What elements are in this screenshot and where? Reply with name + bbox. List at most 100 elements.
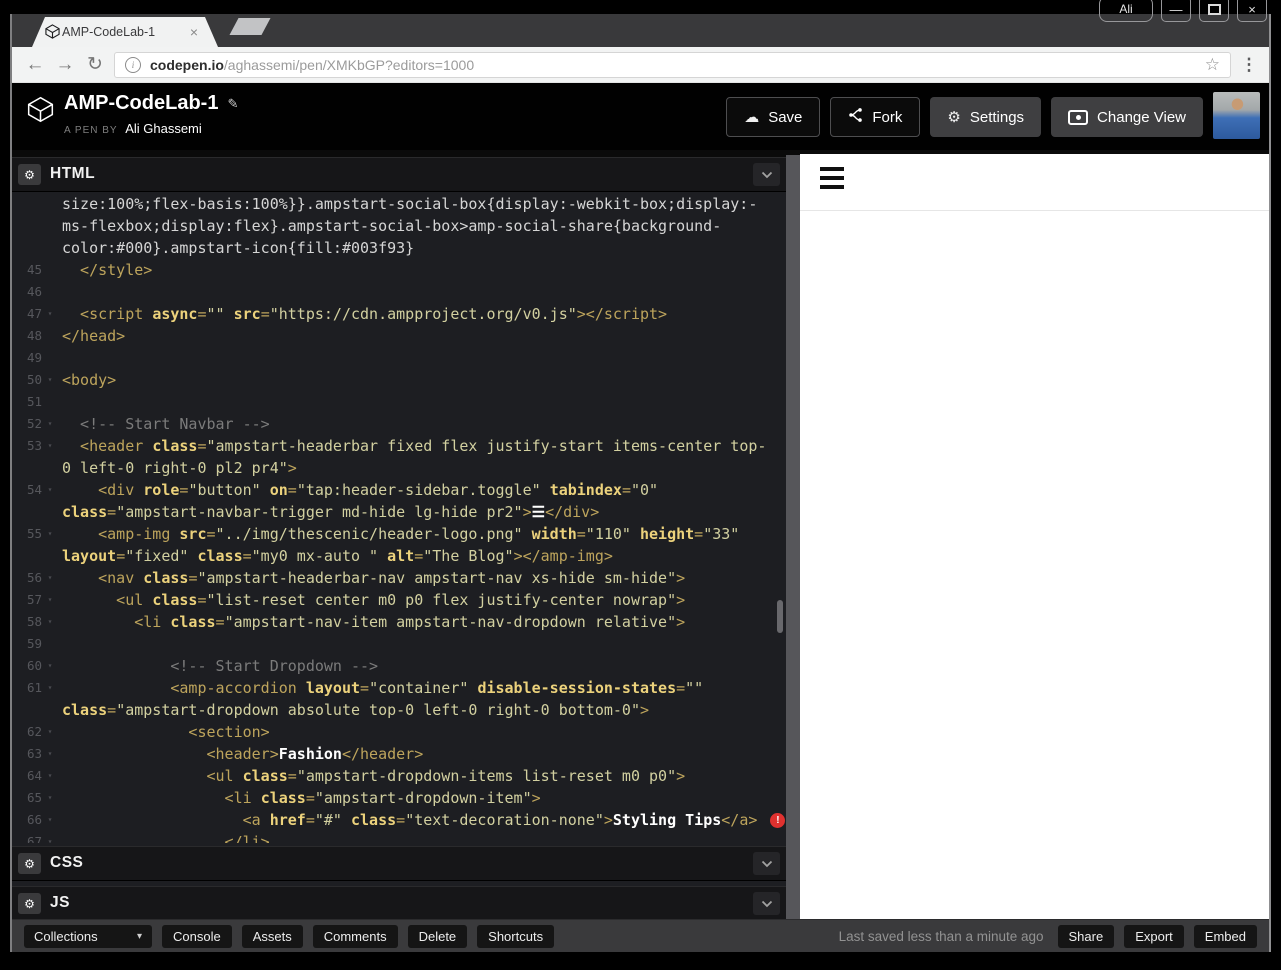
css-settings-gear-icon[interactable]: ⚙ xyxy=(18,853,41,874)
code-line[interactable]: 60 ▾ <!-- Start Dropdown --> xyxy=(12,655,786,677)
fold-arrow-icon[interactable]: ▾ xyxy=(42,567,58,589)
code-line[interactable]: layout="fixed" class="my0 mx-auto " alt=… xyxy=(12,545,786,567)
css-panel-header[interactable]: ⚙ CSS xyxy=(12,846,786,881)
code-text: <amp-img src="../img/thescenic/header-lo… xyxy=(62,525,740,543)
code-line[interactable]: 57 ▾ <ul class="list-reset center m0 p0 f… xyxy=(12,589,786,611)
code-line[interactable]: ms-flexbox;display:flex}.ampstart-social… xyxy=(12,215,786,237)
code-line[interactable]: 63 ▾ <header>Fashion</header> xyxy=(12,743,786,765)
js-collapse-button[interactable] xyxy=(753,892,780,915)
code-line[interactable]: 58 ▾ <li class="ampstart-nav-item ampstar… xyxy=(12,611,786,633)
save-button[interactable]: ☁ Save xyxy=(726,97,821,137)
editor-scrollbar[interactable] xyxy=(777,600,783,633)
code-line[interactable]: 66 ▾ <a href="#" class="text-decoration-n… xyxy=(12,809,786,831)
footer-button-delete[interactable]: Delete xyxy=(407,924,468,948)
html-collapse-button[interactable] xyxy=(753,163,780,186)
editor-preview-divider[interactable] xyxy=(786,155,800,919)
fold-arrow-icon[interactable]: ▾ xyxy=(42,721,58,743)
fold-arrow-icon[interactable]: ▾ xyxy=(42,589,58,611)
code-line[interactable]: 64 ▾ <ul class="ampstart-dropdown-items l… xyxy=(12,765,786,787)
fold-arrow-icon[interactable]: ▾ xyxy=(42,655,58,677)
code-line[interactable]: 46 xyxy=(12,281,786,303)
preview-page-header xyxy=(800,154,1269,211)
fold-arrow-icon[interactable]: ▾ xyxy=(42,809,58,831)
fold-arrow-icon[interactable]: ▾ xyxy=(42,765,58,787)
code-line[interactable]: 54 ▾ <div role="button" on="tap:header-si… xyxy=(12,479,786,501)
minimize-button[interactable]: — xyxy=(1161,0,1191,22)
change-view-button[interactable]: Change View xyxy=(1051,97,1203,137)
code-line[interactable]: class="ampstart-navbar-trigger md-hide l… xyxy=(12,501,786,523)
footer-button-embed[interactable]: Embed xyxy=(1193,924,1257,948)
code-text: <section> xyxy=(62,723,270,741)
fold-arrow-icon[interactable]: ▾ xyxy=(42,369,58,391)
code-line[interactable]: 62 ▾ <section> xyxy=(12,721,786,743)
new-tab-button[interactable] xyxy=(229,18,271,35)
code-line[interactable]: 67 ▾ </li> xyxy=(12,831,786,843)
code-line[interactable]: size:100%;flex-basis:100%}}.ampstart-soc… xyxy=(12,193,786,215)
tab-close-icon[interactable]: × xyxy=(190,25,198,39)
fold-arrow-icon[interactable]: ▾ xyxy=(42,413,58,435)
fork-icon xyxy=(848,107,863,127)
footer-button-shortcuts[interactable]: Shortcuts xyxy=(477,924,555,948)
js-settings-gear-icon[interactable]: ⚙ xyxy=(18,893,41,914)
fold-arrow-icon[interactable]: ▾ xyxy=(42,611,58,633)
edit-pencil-icon[interactable]: ✎ xyxy=(227,96,238,112)
code-line[interactable]: class="ampstart-dropdown absolute top-0 … xyxy=(12,699,786,721)
browser-profile-button[interactable]: Ali xyxy=(1099,0,1153,22)
browser-menu-icon[interactable]: ⋮ xyxy=(1237,55,1261,75)
close-button[interactable]: × xyxy=(1237,0,1267,22)
codepen-logo-icon[interactable] xyxy=(27,96,54,128)
footer-button-share[interactable]: Share xyxy=(1057,924,1115,948)
fold-arrow-icon[interactable]: ▾ xyxy=(42,303,58,325)
forward-icon[interactable]: → xyxy=(50,55,80,74)
url-path: /aghassemi/pen/XMKbGP?editors=1000 xyxy=(223,56,475,73)
fold-arrow-icon[interactable]: ▾ xyxy=(42,523,58,545)
bookmark-star-icon[interactable]: ☆ xyxy=(1205,55,1220,75)
back-icon[interactable]: ← xyxy=(20,55,50,74)
js-panel-header[interactable]: ⚙ JS xyxy=(12,886,786,919)
code-line[interactable]: color:#000}.ampstart-icon{fill:#003f93} xyxy=(12,237,786,259)
code-line[interactable]: 56 ▾ <nav class="ampstart-headerbar-nav a… xyxy=(12,567,786,589)
line-number: 59 xyxy=(26,636,42,651)
fold-arrow-icon[interactable]: ▾ xyxy=(42,677,58,699)
site-info-icon[interactable]: i xyxy=(125,56,141,73)
footer-button-export[interactable]: Export xyxy=(1124,924,1184,948)
code-line[interactable]: 50 ▾ <body> xyxy=(12,369,786,391)
fold-arrow-icon[interactable]: ▾ xyxy=(42,435,58,457)
code-line[interactable]: 47 ▾ <script async="" src="https://cdn.am… xyxy=(12,303,786,325)
footer-button-comments[interactable]: Comments xyxy=(312,924,398,948)
code-editor[interactable]: size:100%;flex-basis:100%}}.ampstart-soc… xyxy=(12,193,786,843)
code-line[interactable]: 45 </style> xyxy=(12,259,786,281)
save-label: Save xyxy=(768,108,803,126)
author-link[interactable]: Ali Ghassemi xyxy=(125,121,202,136)
refresh-icon[interactable]: ↻ xyxy=(80,55,110,74)
hamburger-menu-icon[interactable] xyxy=(820,167,844,194)
code-line[interactable]: 55 ▾ <amp-img src="../img/thescenic/heade… xyxy=(12,523,786,545)
settings-button[interactable]: ⚙ Settings xyxy=(930,97,1042,137)
code-line[interactable]: 0 left-0 right-0 pl2 pr4"> xyxy=(12,457,786,479)
browser-tab[interactable]: AMP-CodeLab-1 × xyxy=(32,17,218,47)
code-line[interactable]: 49 xyxy=(12,347,786,369)
code-line[interactable]: 52 ▾ <!-- Start Navbar --> xyxy=(12,413,786,435)
code-line[interactable]: 48 </head> xyxy=(12,325,786,347)
html-settings-gear-icon[interactable]: ⚙ xyxy=(18,164,41,185)
fork-button[interactable]: Fork xyxy=(830,97,921,137)
collections-dropdown[interactable]: Collections ▾ xyxy=(24,924,152,948)
address-bar[interactable]: i codepen.io /aghassemi/pen/XMKbGP?edito… xyxy=(114,51,1231,78)
fold-arrow-icon[interactable]: ▾ xyxy=(42,743,58,765)
footer-button-assets[interactable]: Assets xyxy=(241,924,303,948)
avatar[interactable] xyxy=(1213,92,1260,139)
html-panel-header[interactable]: ⚙ HTML xyxy=(12,157,786,192)
fold-arrow-icon[interactable]: ▾ xyxy=(42,479,58,501)
code-line[interactable]: 65 ▾ <li class="ampstart-dropdown-item"> xyxy=(12,787,786,809)
editor-column: ⚙ HTML size:100%;flex-basis:100%}}.ampst… xyxy=(12,157,786,919)
code-line[interactable]: 59 xyxy=(12,633,786,655)
maximize-button[interactable] xyxy=(1199,0,1229,22)
fold-arrow-icon[interactable]: ▾ xyxy=(42,787,58,809)
css-collapse-button[interactable] xyxy=(753,852,780,875)
main-area: ⚙ HTML size:100%;flex-basis:100%}}.ampst… xyxy=(12,150,1269,919)
fold-arrow-icon[interactable]: ▾ xyxy=(42,831,58,843)
code-line[interactable]: 51 xyxy=(12,391,786,413)
code-line[interactable]: 53 ▾ <header class="ampstart-headerbar fi… xyxy=(12,435,786,457)
code-line[interactable]: 61 ▾ <amp-accordion layout="container" di… xyxy=(12,677,786,699)
footer-button-console[interactable]: Console xyxy=(162,924,232,948)
